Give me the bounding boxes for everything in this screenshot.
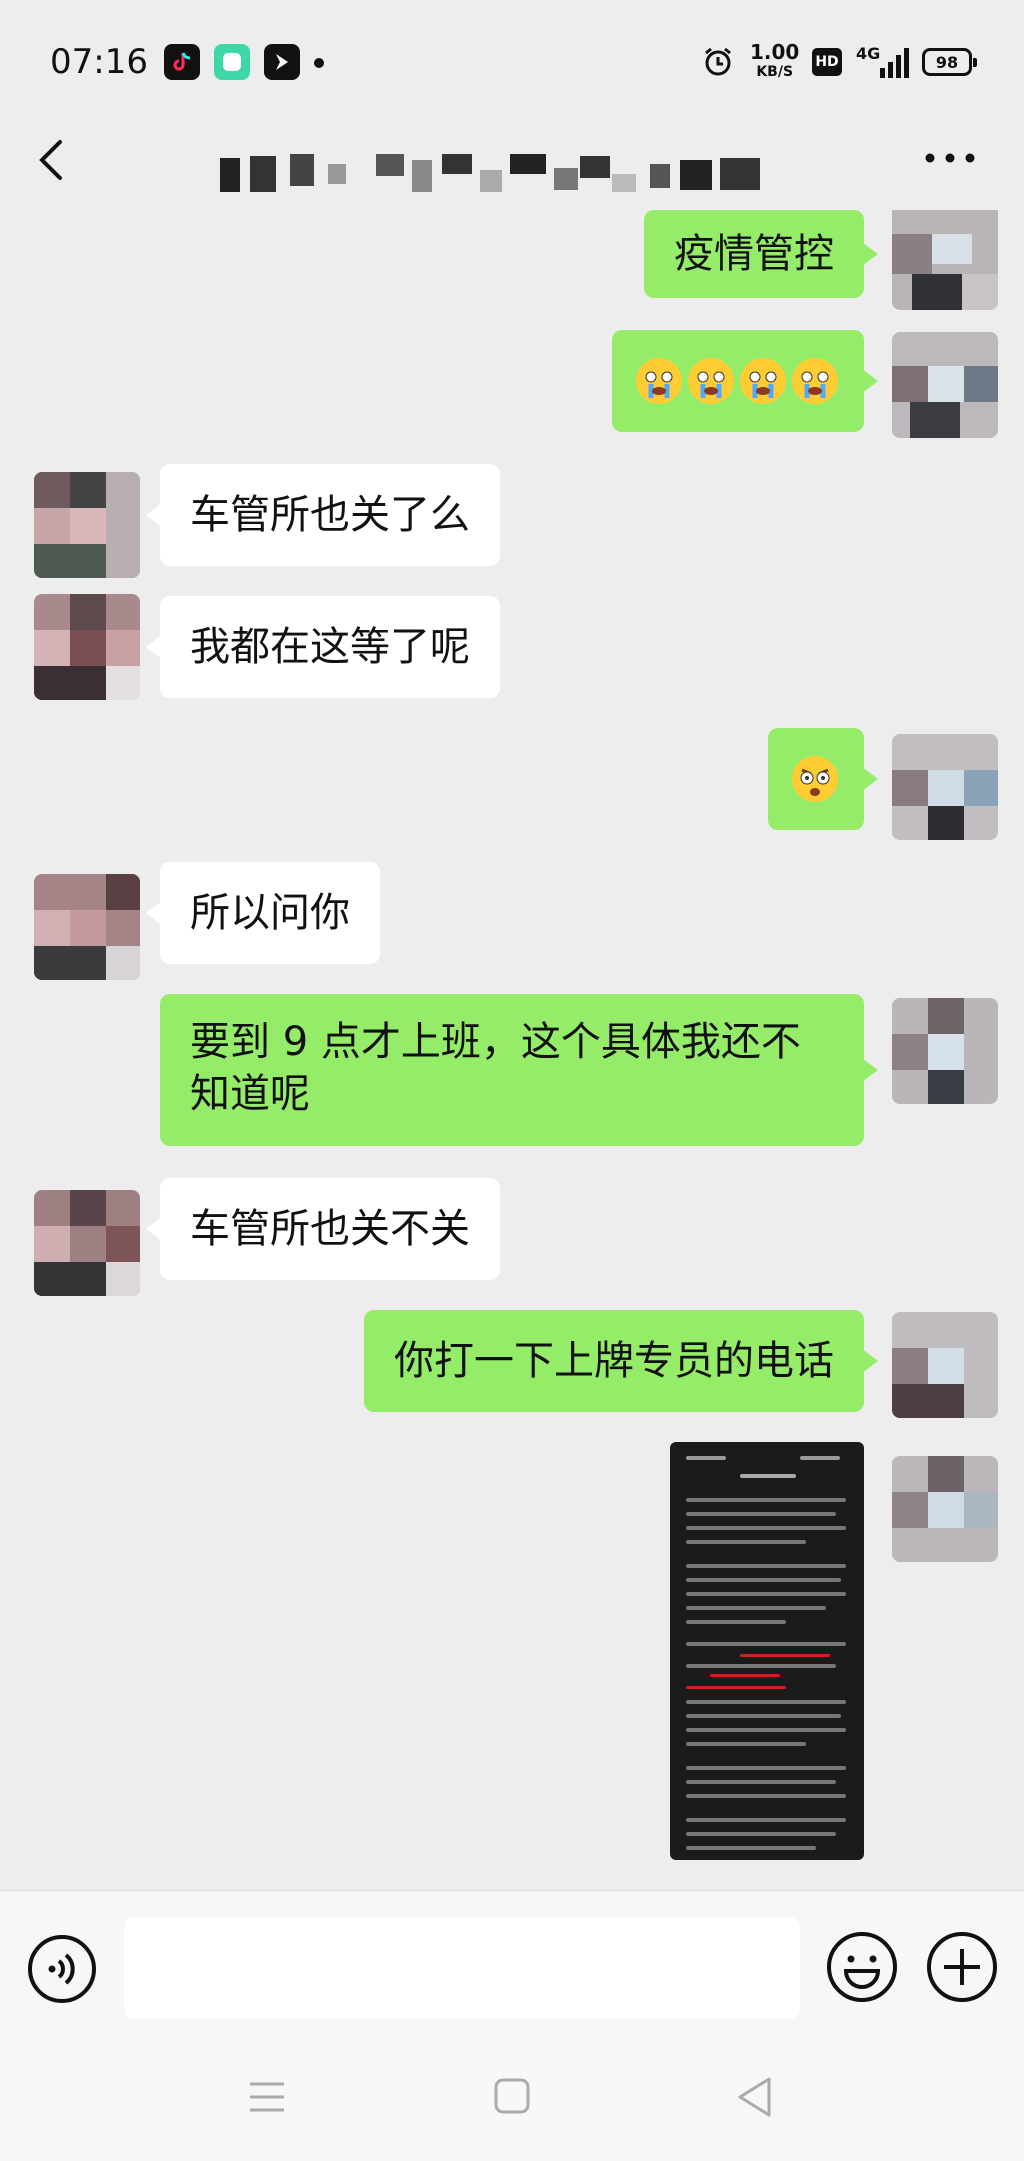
hd-badge: HD <box>812 48 842 76</box>
system-navigation-bar <box>0 2040 1024 2161</box>
plus-circle-icon[interactable] <box>924 1929 1000 2005</box>
shocked-face-icon <box>792 756 838 802</box>
chat-title-redacted <box>220 154 760 192</box>
status-bar: 07:16 1.00 KB/S HD 4G 98 <box>0 0 1024 120</box>
message-text: 疫情管控 <box>674 231 834 277</box>
network-type: 4G <box>856 44 881 63</box>
message-bubble-received[interactable]: 我都在这等了呢 <box>146 596 500 698</box>
message-text-line: 要到 9 点才上班，这个具体我还不 <box>190 1019 801 1065</box>
message-text: 所以问你 <box>190 890 350 936</box>
network-speed-unit: KB/S <box>756 64 794 80</box>
avatar-contact[interactable] <box>34 594 140 700</box>
more-dots-icon[interactable] <box>924 150 976 166</box>
avatar-self[interactable] <box>892 210 998 310</box>
notification-dot <box>314 58 324 68</box>
bird-app-icon <box>264 44 300 80</box>
message-bubble-sent[interactable]: 要到 9 点才上班，这个具体我还不 知道呢 <box>160 994 878 1146</box>
crying-face-icon <box>688 358 734 404</box>
message-list[interactable]: 疫情管控 车管所也关了么 我都在这等了呢 所以问你 要到 9 点才上班，这个具体… <box>0 210 1024 1890</box>
message-text: 车管所也关了么 <box>190 492 470 538</box>
message-bubble-sent[interactable] <box>612 330 878 432</box>
home-square-icon[interactable] <box>494 2078 530 2114</box>
crying-face-icon <box>636 358 682 404</box>
message-text-input[interactable] <box>124 1917 800 2019</box>
message-bubble-received[interactable]: 车管所也关不关 <box>146 1178 500 1280</box>
avatar-self[interactable] <box>892 734 998 840</box>
message-text: 我都在这等了呢 <box>190 624 470 670</box>
message-bubble-received[interactable]: 所以问你 <box>146 862 380 964</box>
voice-input-icon[interactable] <box>26 1933 98 2005</box>
rounded-square-app-icon <box>214 44 250 80</box>
crying-face-icon <box>740 358 786 404</box>
crying-face-icon <box>792 358 838 404</box>
message-bubble-sent[interactable]: 你打一下上牌专员的电话 <box>364 1310 878 1412</box>
avatar-self[interactable] <box>892 1312 998 1418</box>
menu-lines-icon[interactable] <box>248 2080 286 2114</box>
message-input-bar <box>0 1890 1024 2040</box>
avatar-self[interactable] <box>892 332 998 438</box>
avatar-self[interactable] <box>892 998 998 1104</box>
message-bubble-sent[interactable] <box>768 728 878 830</box>
chat-header <box>0 120 1024 220</box>
message-text: 你打一下上牌专员的电话 <box>394 1338 834 1384</box>
smiley-icon[interactable] <box>824 1929 900 2005</box>
network-speed-value: 1.00 <box>750 40 800 64</box>
tiktok-icon <box>164 44 200 80</box>
status-time: 07:16 <box>50 42 148 82</box>
avatar-contact[interactable] <box>34 1190 140 1296</box>
message-text-line: 知道呢 <box>190 1071 310 1117</box>
alarm-clock-icon <box>705 47 731 76</box>
signal-strength-icon <box>880 48 909 78</box>
avatar-contact[interactable] <box>34 874 140 980</box>
chevron-left-icon[interactable] <box>30 128 74 192</box>
message-bubble-sent[interactable]: 疫情管控 <box>644 210 878 298</box>
avatar-contact[interactable] <box>34 472 140 578</box>
battery-indicator: 98 <box>922 48 977 76</box>
network-speed: 1.00 KB/S <box>750 42 799 82</box>
image-message-document-screenshot[interactable] <box>670 1442 864 1860</box>
message-bubble-received[interactable]: 车管所也关了么 <box>146 464 500 566</box>
avatar-self[interactable] <box>892 1456 998 1562</box>
back-triangle-icon[interactable] <box>736 2076 772 2118</box>
message-text: 车管所也关不关 <box>190 1206 470 1252</box>
